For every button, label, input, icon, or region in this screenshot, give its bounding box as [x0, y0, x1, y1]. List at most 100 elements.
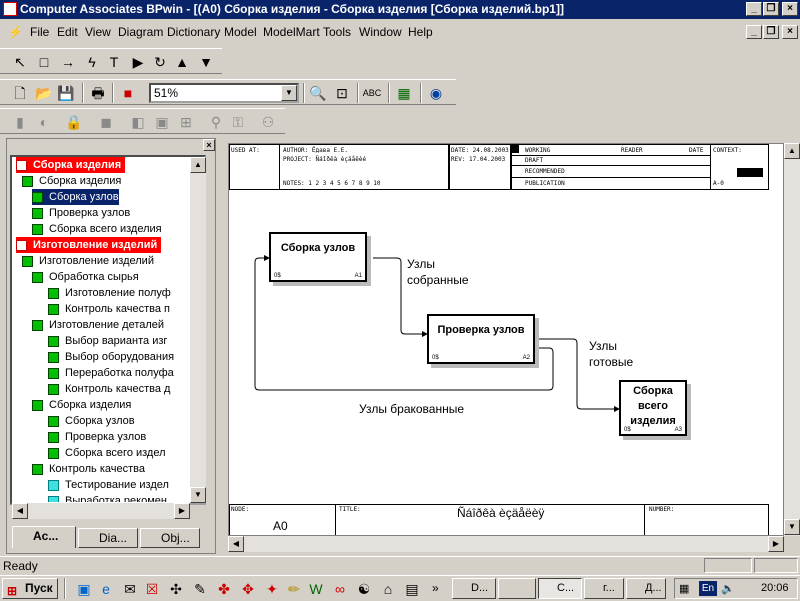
mail-icon[interactable]: ✉ [120, 579, 140, 599]
up-triangle-icon[interactable]: ▲ [172, 52, 192, 72]
menu-file[interactable]: File [30, 25, 49, 39]
menu-model[interactable]: Model [224, 25, 257, 39]
app-w-icon[interactable]: W [306, 579, 326, 599]
doc-restore-button[interactable]: ❐ [763, 25, 779, 39]
chevron-down-icon[interactable]: ▼ [281, 85, 297, 101]
menu-tools[interactable]: Tools [323, 25, 351, 39]
tab-objects[interactable]: Obj... [140, 528, 200, 548]
model-tree-icon[interactable]: ▦ [394, 83, 414, 103]
tree-item[interactable]: Выбор оборудования [48, 349, 174, 365]
tree-item[interactable]: Сборка узлов [32, 189, 119, 205]
explorer-close-button[interactable]: × [203, 139, 215, 151]
tab-diagrams[interactable]: Dia... [78, 528, 138, 548]
tree-item[interactable]: Контроль качества п [48, 301, 170, 317]
doc-close-button[interactable]: × [782, 25, 798, 39]
tree-vscrollbar[interactable]: ▲ ▼ [190, 157, 206, 503]
app-j-icon[interactable]: ▤ [402, 579, 422, 599]
quicklaunch-desktop-icon[interactable]: ▣ [74, 579, 94, 599]
new-file-icon[interactable]: 🗋 [10, 83, 30, 103]
taskbar-item-5[interactable]: Д... [626, 578, 666, 599]
diagram-canvas[interactable]: USED AT: AUTHOR: Ёдава Е.Е. PROJECT: Ñáî… [228, 143, 784, 536]
app-b-icon[interactable]: ✎ [190, 579, 210, 599]
arrow-label-3[interactable]: Узлы бракованные [359, 401, 489, 417]
lock-icon[interactable]: 🔒 [64, 112, 84, 132]
tree-item[interactable]: Изготовление изделий [22, 253, 154, 269]
tree-item[interactable]: Сборка изделия [22, 173, 121, 189]
tree-item[interactable]: Изготовление деталей [32, 317, 164, 333]
scroll-left-icon[interactable]: ◀ [12, 503, 28, 519]
arrow-label-1[interactable]: Узлы собранные [407, 256, 477, 288]
rotate-icon[interactable]: ↻ [150, 52, 170, 72]
zoom-fit-icon[interactable]: ⊡ [332, 83, 352, 103]
app-i-icon[interactable]: ⌂ [378, 579, 398, 599]
volume-icon[interactable]: 🔈 [721, 582, 735, 595]
mm-session-icon[interactable]: ▣ [152, 112, 172, 132]
mm-disconnect-icon[interactable]: ◐ [34, 112, 54, 132]
spellcheck-icon[interactable]: ABC [362, 83, 382, 103]
taskbar-item-1[interactable]: D... [452, 578, 496, 599]
tree-item[interactable]: Проверка узлов [48, 429, 146, 445]
tree-item[interactable]: Контроль качества д [48, 381, 170, 397]
tree-item[interactable]: Контроль качества [32, 461, 145, 477]
mm-merge-icon[interactable]: ◧ [128, 112, 148, 132]
scroll-up-icon[interactable]: ▲ [784, 143, 800, 159]
tree-item[interactable]: Сборка узлов [48, 413, 135, 429]
globe-icon[interactable]: ◉ [426, 83, 446, 103]
save-icon[interactable]: 💾 [56, 83, 76, 103]
activity-box-a2[interactable]: Проверка узлов 0$ A2 [427, 314, 535, 364]
minimize-button[interactable]: _ [746, 2, 762, 16]
tree-item[interactable]: Выработка рекомен [48, 493, 167, 502]
text-tool-icon[interactable]: T [104, 52, 124, 72]
doc-icon[interactable]: ⚡ [8, 25, 23, 39]
tree-item[interactable]: Изготовление полуф [48, 285, 171, 301]
tree-item[interactable]: Сборка всего издел [48, 445, 166, 461]
squiggle-icon[interactable]: ϟ [82, 52, 102, 72]
activity-box-a1[interactable]: Сборка узлов 0$ A1 [269, 232, 367, 282]
tree-item[interactable]: Переработка полуфа [48, 365, 174, 381]
taskbar-item-bpwin[interactable]: С... [538, 578, 582, 599]
start-button[interactable]: ⊞ Пуск [2, 578, 58, 599]
open-folder-icon[interactable]: 📂 [34, 83, 54, 103]
scroll-right-icon[interactable]: ▶ [174, 503, 190, 519]
menu-help[interactable]: Help [408, 25, 433, 39]
close-button[interactable]: × [782, 2, 798, 16]
tree-item[interactable]: Проверка узлов [32, 205, 130, 221]
color-icon[interactable]: ■ [118, 83, 138, 103]
scroll-down-icon[interactable]: ▼ [784, 519, 800, 535]
scroll-up-icon[interactable]: ▲ [190, 157, 206, 173]
tree-item[interactable]: Сборка изделия [16, 157, 126, 173]
zoom-in-icon[interactable]: 🔍 [308, 83, 328, 103]
scroll-left-icon[interactable]: ◀ [228, 536, 244, 552]
mm-user-icon[interactable]: ⚲ [206, 112, 226, 132]
tree-item[interactable]: Обработка сырья [32, 269, 139, 285]
box-tool-icon[interactable]: □ [34, 52, 54, 72]
canvas-vscrollbar[interactable]: ▲ ▼ [784, 143, 800, 536]
zoom-select[interactable]: 51% ▼ [149, 83, 299, 103]
menu-modelmart[interactable]: ModelMart [263, 25, 320, 39]
tree-item[interactable]: Тестирование издел [48, 477, 169, 493]
tree-item[interactable]: Изготовление изделий [16, 237, 162, 253]
app-e-icon[interactable]: ✦ [262, 579, 282, 599]
tray-app-icon[interactable]: ▦ [679, 582, 689, 595]
scroll-right-icon[interactable]: ▶ [768, 536, 784, 552]
menu-edit[interactable]: Edit [57, 25, 78, 39]
taskbar-item-2[interactable] [498, 578, 536, 599]
app-g-icon[interactable]: ∞ [330, 579, 350, 599]
pointer-icon[interactable]: ↖ [10, 52, 30, 72]
app-x-icon[interactable]: ☒ [142, 579, 162, 599]
ie-icon[interactable]: e [96, 579, 116, 599]
print-icon[interactable]: 🖶 [88, 83, 108, 103]
app-icon[interactable] [3, 2, 17, 16]
play-icon[interactable]: ▶ [128, 52, 148, 72]
down-triangle-icon[interactable]: ▼ [196, 52, 216, 72]
menu-dictionary[interactable]: Dictionary [167, 25, 220, 39]
doc-minimize-button[interactable]: _ [746, 25, 762, 39]
tree-item[interactable]: Сборка всего изделия [32, 221, 162, 237]
tree-hscrollbar[interactable]: ◀ ▶ [12, 503, 190, 519]
mm-group-icon[interactable]: ⚇ [258, 112, 278, 132]
tree-item[interactable]: Сборка изделия [32, 397, 131, 413]
mm-copy-icon[interactable]: ◼ [96, 112, 116, 132]
menu-window[interactable]: Window [359, 25, 402, 39]
arrow-tool-icon[interactable]: → [58, 52, 78, 72]
activity-box-a3[interactable]: Сборка всего изделия 0$ A3 [619, 380, 687, 436]
